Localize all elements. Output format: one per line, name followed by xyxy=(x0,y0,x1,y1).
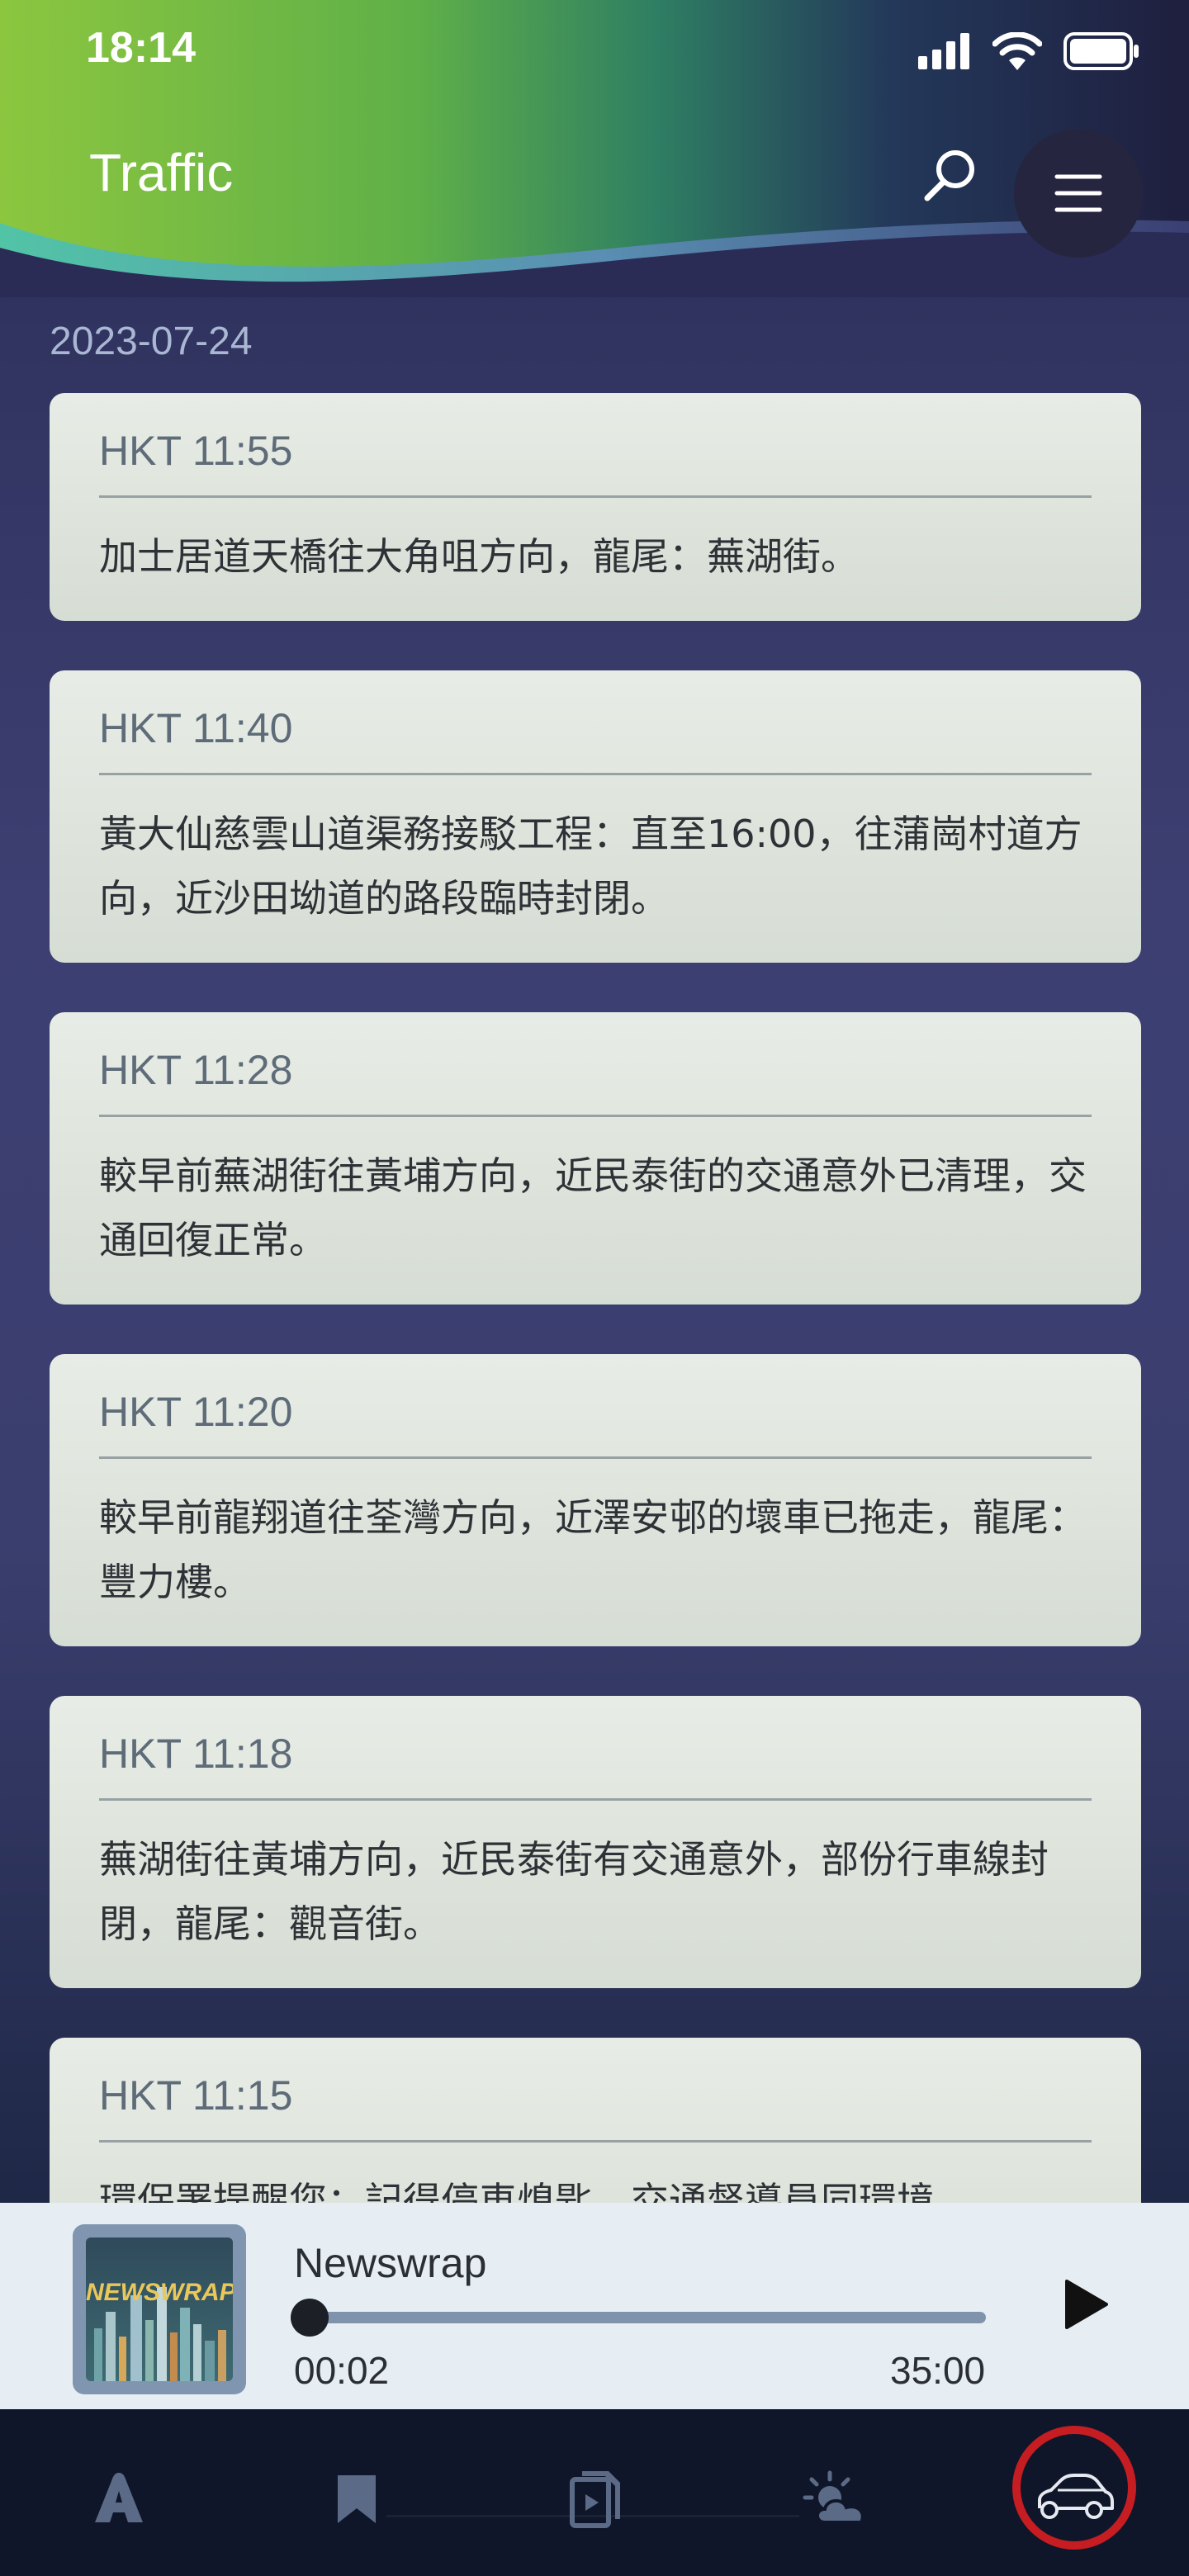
mini-player[interactable]: NEWSWRAP Newswrap 00:02 35:00 xyxy=(0,2203,1189,2409)
card-time: HKT 11:20 xyxy=(99,1389,293,1435)
elapsed-time: 00:02 xyxy=(294,2349,390,2392)
menu-button[interactable] xyxy=(1014,129,1143,258)
card-divider xyxy=(99,2140,1092,2143)
traffic-card[interactable]: HKT 11:18 蕪湖街往黃埔方向，近民泰街有交通意外，部份行車線封閉，龍尾：… xyxy=(50,1696,1141,1988)
bookmark-icon xyxy=(338,2475,376,2523)
car-icon xyxy=(1038,2474,1114,2519)
city-skyline-image xyxy=(94,2287,226,2381)
card-divider xyxy=(99,1798,1092,1801)
hamburger-menu-icon xyxy=(1054,174,1102,212)
card-time: HKT 11:15 xyxy=(99,2072,293,2119)
search-button[interactable] xyxy=(913,139,986,211)
card-text: 加士居道天橋往大角咀方向，龍尾：蕪湖街。 xyxy=(99,534,859,579)
card-divider xyxy=(99,1456,1092,1459)
home-a-icon xyxy=(95,2473,143,2522)
bottom-navigation xyxy=(0,2409,1189,2576)
traffic-card[interactable]: HKT 11:28 較早前蕪湖街往黃埔方向，近民泰街的交通意外已清理，交通回復正… xyxy=(50,1012,1141,1305)
app-header: 18:14 Traffic xyxy=(0,0,1189,297)
total-duration: 35:00 xyxy=(890,2349,986,2392)
player-thumbnail[interactable]: NEWSWRAP xyxy=(73,2224,246,2394)
card-time: HKT 11:40 xyxy=(99,705,293,751)
nav-item-weather[interactable] xyxy=(779,2441,895,2556)
card-divider xyxy=(99,495,1092,498)
card-text: 蕪湖街往黃埔方向，近民泰街有交通意外，部份行車線封閉，龍尾：觀音街。 xyxy=(99,1837,1049,1946)
card-divider xyxy=(99,773,1092,775)
card-text: 較早前蕪湖街往黃埔方向，近民泰街的交通意外已清理，交通回復正常。 xyxy=(99,1153,1087,1262)
traffic-feed[interactable]: HKT 11:55 加士居道天橋往大角咀方向，龍尾：蕪湖街。 HKT 11:40… xyxy=(50,393,1141,2203)
nav-item-bookmarks[interactable] xyxy=(299,2441,414,2556)
player-thumbnail-logo: NEWSWRAP xyxy=(86,2279,233,2306)
feed-date: 2023-07-24 xyxy=(50,320,253,363)
card-text: 環保署提醒您：記得停車熄匙，交通督導員同環境 xyxy=(99,2179,935,2203)
progress-track[interactable] xyxy=(310,2312,986,2323)
card-text: 較早前龍翔道往荃灣方向，近澤安邨的壞車已拖走，龍尾：豐力樓。 xyxy=(99,1495,1087,1604)
search-icon xyxy=(924,150,974,201)
play-button[interactable] xyxy=(1057,2275,1115,2333)
progress-knob[interactable] xyxy=(291,2299,329,2337)
video-document-icon xyxy=(570,2471,620,2528)
traffic-card[interactable]: HKT 11:55 加士居道天橋往大角咀方向，龍尾：蕪湖街。 xyxy=(50,393,1141,621)
card-time: HKT 11:55 xyxy=(99,428,293,474)
wifi-icon xyxy=(992,32,1042,70)
play-icon xyxy=(1065,2280,1108,2329)
card-time: HKT 11:18 xyxy=(99,1731,293,1777)
cellular-signal-icon xyxy=(918,33,969,69)
nav-item-traffic[interactable] xyxy=(1016,2441,1132,2556)
status-time: 18:14 xyxy=(86,24,196,72)
traffic-card[interactable]: HKT 11:40 黃大仙慈雲山道渠務接駁工程：直至16:00，往蒲崗村道方向，… xyxy=(50,670,1141,963)
page-title: Traffic xyxy=(89,143,234,202)
weather-icon xyxy=(803,2470,865,2524)
nav-item-videos[interactable] xyxy=(538,2441,654,2556)
status-bar: 18:14 xyxy=(0,0,1189,99)
traffic-card[interactable]: HKT 11:20 較早前龍翔道往荃灣方向，近澤安邨的壞車已拖走，龍尾：豐力樓。 xyxy=(50,1354,1141,1646)
card-text: 黃大仙慈雲山道渠務接駁工程：直至16:00，往蒲崗村道方向，近沙田坳道的路段臨時… xyxy=(99,812,1082,921)
player-title: Newswrap xyxy=(294,2240,487,2286)
card-time: HKT 11:28 xyxy=(99,1047,293,1093)
traffic-card[interactable]: HKT 11:15 環保署提醒您：記得停車熄匙，交通督導員同環境 xyxy=(50,2038,1141,2203)
card-divider xyxy=(99,1115,1092,1117)
battery-icon xyxy=(1063,32,1139,70)
nav-item-home[interactable] xyxy=(61,2441,177,2556)
